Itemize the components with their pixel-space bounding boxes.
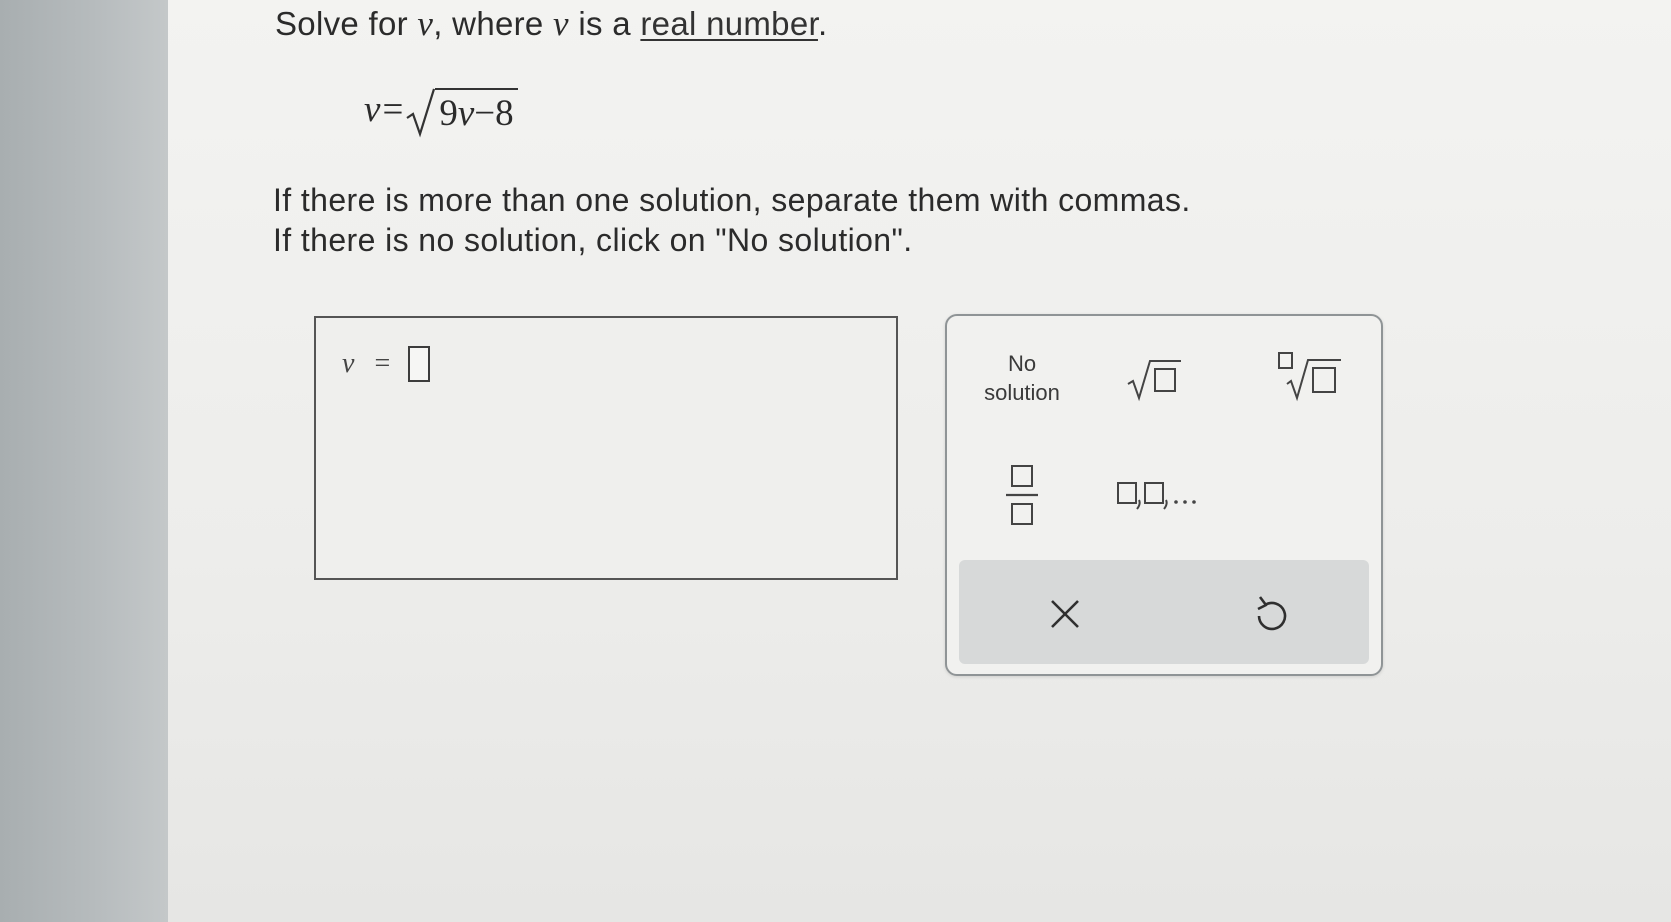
comma-list-button[interactable]	[1107, 466, 1217, 520]
clear-x-icon	[1051, 600, 1079, 628]
nth-root-template-icon	[1278, 352, 1341, 402]
real-number-link[interactable]: real number	[640, 5, 818, 42]
equation-lhs: v	[364, 89, 381, 130]
answer-row: v =	[342, 346, 431, 382]
equation: v = 9v−8	[364, 88, 518, 138]
question-text: Solve for v, where v is a real number.	[275, 4, 827, 44]
instructions-line-2: If there is no solution, click on "No so…	[273, 222, 913, 258]
fraction-button[interactable]	[995, 456, 1049, 536]
answer-equals: =	[374, 348, 391, 379]
answer-input-slot[interactable]	[408, 346, 431, 382]
answer-input-area[interactable]: v =	[314, 316, 898, 580]
nth-root-button[interactable]	[1267, 344, 1353, 408]
math-keypad: No solution	[945, 314, 1383, 676]
question-prefix: Solve for	[275, 5, 418, 42]
undo-button[interactable]	[1243, 586, 1299, 642]
question-variable: v	[417, 4, 434, 43]
instructions: If there is more than one solution, sepa…	[273, 180, 1191, 260]
instructions-line-1: If there is more than one solution, sepa…	[273, 182, 1191, 218]
radicand-variable: v	[457, 93, 475, 134]
question-end: .	[817, 5, 828, 42]
radicand: 9v−8	[435, 88, 518, 135]
question-middle: , where	[433, 5, 554, 42]
sqrt-template-icon	[1127, 360, 1181, 402]
no-solution-label-line-1: No	[1007, 351, 1037, 376]
square-root-expression: 9v−8	[405, 88, 518, 138]
radicand-coefficient: 9	[439, 93, 458, 134]
no-solution-label-line-2: solution	[984, 380, 1060, 405]
clear-button[interactable]	[1037, 586, 1093, 642]
undo-icon	[1257, 596, 1287, 631]
square-root-button[interactable]	[1117, 346, 1191, 410]
equation-equals: =	[382, 89, 404, 130]
fraction-template-icon	[1006, 465, 1038, 525]
list-template-icon	[1117, 482, 1196, 510]
question-suffix: is a	[568, 5, 641, 42]
radical-sign-icon	[406, 88, 436, 138]
question-variable-2: v	[553, 4, 569, 43]
left-background-strip	[0, 0, 168, 922]
keypad-action-bar	[959, 560, 1369, 664]
answer-variable: v	[342, 348, 355, 379]
no-solution-button[interactable]: No solution	[967, 346, 1077, 410]
radicand-rest: −8	[474, 93, 514, 134]
